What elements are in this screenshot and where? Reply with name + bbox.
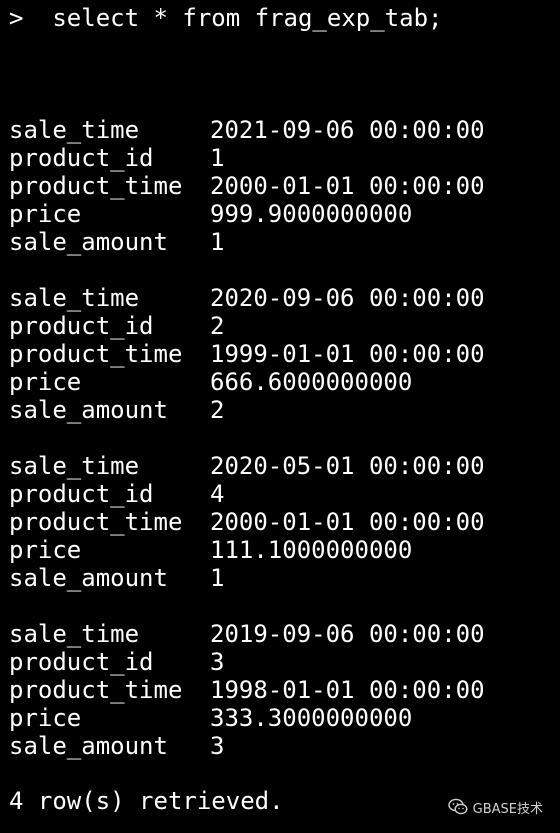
field-name: product_time bbox=[9, 508, 183, 536]
field-name: sale_time bbox=[9, 116, 140, 144]
field-name: sale_amount bbox=[9, 564, 168, 592]
field-value: 4 bbox=[210, 480, 225, 508]
field-value: 2020-09-06 00:00:00 bbox=[210, 284, 485, 312]
field-value: 2020-05-01 00:00:00 bbox=[210, 452, 485, 480]
field-value: 3 bbox=[210, 732, 225, 760]
wechat-icon bbox=[447, 798, 468, 815]
field-value: 3 bbox=[210, 648, 225, 676]
field-value: 1 bbox=[210, 228, 225, 256]
result-row-line: sale_time 2020-09-06 00:00:00 bbox=[9, 284, 485, 312]
result-row-line: product_id 4 bbox=[9, 480, 224, 508]
field-value: 2021-09-06 00:00:00 bbox=[210, 116, 485, 144]
result-row-line: price 333.3000000000 bbox=[9, 704, 412, 732]
field-name: product_time bbox=[9, 676, 183, 704]
terminal-window: > select * from frag_exp_tab; sale_time 2… bbox=[0, 0, 560, 833]
field-name: price bbox=[9, 536, 82, 564]
result-row-line: sale_time 2020-05-01 00:00:00 bbox=[9, 452, 485, 480]
field-value: 2000-01-01 00:00:00 bbox=[210, 172, 485, 200]
field-name: sale_amount bbox=[9, 396, 168, 424]
field-value: 2019-09-06 00:00:00 bbox=[210, 620, 485, 648]
field-name: product_id bbox=[9, 648, 154, 676]
result-row-line: sale_time 2019-09-06 00:00:00 bbox=[9, 620, 485, 648]
result-row-line: sale_amount 1 bbox=[9, 564, 224, 592]
field-value: 1998-01-01 00:00:00 bbox=[210, 676, 485, 704]
result-row-line: product_id 3 bbox=[9, 648, 224, 676]
watermark: GBASE技术 bbox=[447, 796, 543, 818]
result-row-line: product_time 2000-01-01 00:00:00 bbox=[9, 172, 485, 200]
result-row-line: sale_amount 2 bbox=[9, 396, 224, 424]
field-value: 666.6000000000 bbox=[210, 368, 413, 396]
clipped-top-edge bbox=[0, 0, 560, 4]
field-value: 999.9000000000 bbox=[210, 200, 413, 228]
sql-command-line: > select * from frag_exp_tab; bbox=[9, 4, 443, 32]
result-row-line: price 111.1000000000 bbox=[9, 536, 412, 564]
field-value: 1999-01-01 00:00:00 bbox=[210, 340, 485, 368]
field-name: price bbox=[9, 200, 82, 228]
field-value: 333.3000000000 bbox=[210, 704, 413, 732]
result-row-line: product_id 1 bbox=[9, 144, 224, 172]
field-name: price bbox=[9, 368, 82, 396]
result-row-line: product_id 2 bbox=[9, 312, 224, 340]
field-value: 2 bbox=[210, 312, 225, 340]
result-row-line: product_time 1998-01-01 00:00:00 bbox=[9, 676, 485, 704]
field-name: sale_amount bbox=[9, 228, 168, 256]
result-row-line: price 999.9000000000 bbox=[9, 200, 412, 228]
result-row-line: sale_time 2021-09-06 00:00:00 bbox=[9, 116, 485, 144]
field-name: product_id bbox=[9, 480, 154, 508]
result-row-line: product_time 2000-01-01 00:00:00 bbox=[9, 508, 485, 536]
field-name: product_id bbox=[9, 144, 154, 172]
field-value: 111.1000000000 bbox=[210, 536, 413, 564]
field-name: sale_time bbox=[9, 452, 140, 480]
result-row-line: product_time 1999-01-01 00:00:00 bbox=[9, 340, 485, 368]
field-name: product_time bbox=[9, 340, 183, 368]
result-row-line: sale_amount 1 bbox=[9, 228, 224, 256]
field-value: 2 bbox=[210, 396, 225, 424]
field-name: price bbox=[9, 704, 82, 732]
result-row-line: price 666.6000000000 bbox=[9, 368, 412, 396]
field-name: sale_time bbox=[9, 284, 140, 312]
field-name: sale_time bbox=[9, 620, 140, 648]
field-name: product_time bbox=[9, 172, 183, 200]
field-value: 2000-01-01 00:00:00 bbox=[210, 508, 485, 536]
rows-retrieved-status: 4 row(s) retrieved. bbox=[9, 787, 284, 815]
result-row-line: sale_amount 3 bbox=[9, 732, 224, 760]
field-name: sale_amount bbox=[9, 732, 168, 760]
field-value: 1 bbox=[210, 564, 225, 592]
field-name: product_id bbox=[9, 312, 154, 340]
field-value: 1 bbox=[210, 144, 225, 172]
watermark-text: GBASE技术 bbox=[472, 801, 543, 817]
